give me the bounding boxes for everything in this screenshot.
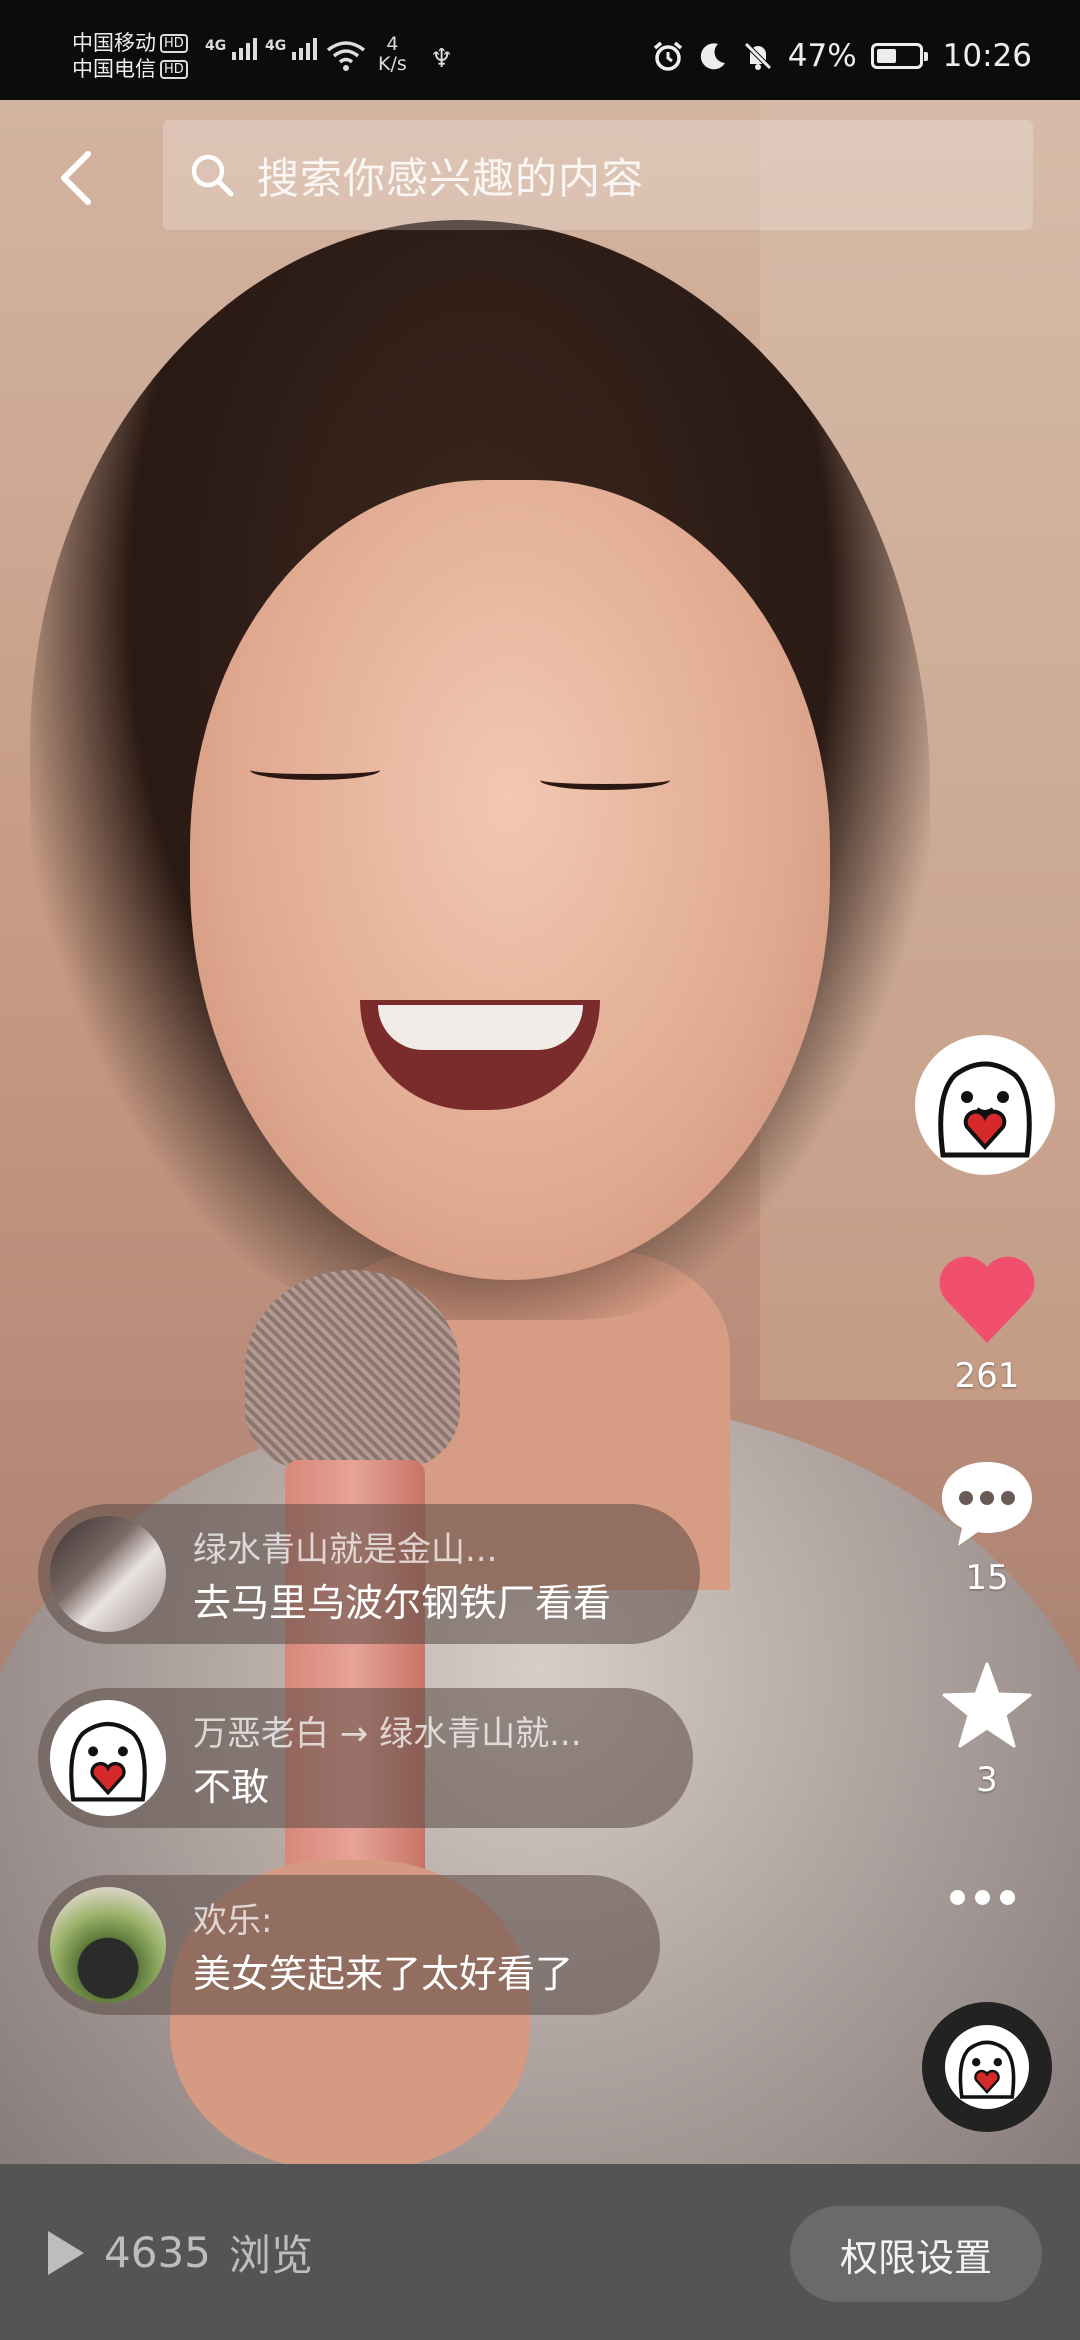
commenter-name: 欢乐: bbox=[193, 1901, 273, 1941]
more-dots-icon bbox=[950, 1890, 965, 1905]
app-notification-icon: ♆ bbox=[430, 44, 454, 74]
like-heart-icon[interactable] bbox=[937, 1253, 1037, 1345]
permission-settings-button[interactable]: 权限设置 bbox=[790, 2206, 1042, 2302]
search-placeholder: 搜索你感兴趣的内容 bbox=[257, 153, 645, 203]
commenter-name: 万恶老白 → 绿水青山就... bbox=[193, 1714, 582, 1754]
comment-item[interactable]: 欢乐: 美女笑起来了太好看了 bbox=[38, 1875, 660, 2015]
carrier-info: 中国移动 HD 中国电信 HD bbox=[72, 30, 188, 82]
commenter-avatar[interactable] bbox=[50, 1700, 166, 1816]
comment-text: 不敢 bbox=[193, 1765, 270, 1809]
moon-icon bbox=[700, 43, 725, 70]
microphone bbox=[245, 1270, 460, 1470]
carrier-name: 中国电信 bbox=[72, 57, 156, 81]
commenter-name: 绿水青山就是金山... bbox=[193, 1530, 498, 1570]
signal-icon: 4G bbox=[205, 38, 258, 60]
favorite-count: 3 bbox=[976, 1760, 998, 1800]
hd-badge: HD bbox=[160, 59, 188, 79]
video-face bbox=[190, 480, 830, 1280]
wifi-icon bbox=[326, 41, 366, 71]
battery-percent: 47% bbox=[787, 38, 857, 74]
carrier-name: 中国移动 bbox=[72, 31, 156, 55]
status-bar: 中国移动 HD 中国电信 HD 4G 4G 4 K/s ♆ 47% 10:26 bbox=[0, 0, 1080, 100]
commenter-avatar[interactable] bbox=[50, 1887, 166, 2003]
music-disc-button[interactable] bbox=[922, 2002, 1052, 2132]
comment-text: 美女笑起来了太好看了 bbox=[193, 1952, 574, 1996]
hd-badge: HD bbox=[160, 33, 188, 53]
commenter-avatar[interactable] bbox=[50, 1516, 166, 1632]
bottom-bar: 4635 浏览 权限设置 bbox=[0, 2164, 1080, 2340]
clock: 10:26 bbox=[942, 38, 1032, 74]
status-right: 47% 10:26 bbox=[652, 38, 1032, 74]
comment-text: 去马里乌波尔钢铁厂看看 bbox=[193, 1581, 612, 1625]
back-arrow-icon[interactable] bbox=[56, 148, 96, 208]
mute-bell-icon bbox=[743, 42, 772, 70]
comment-count: 15 bbox=[965, 1558, 1009, 1598]
view-label: 浏览 bbox=[228, 2231, 313, 2280]
author-avatar[interactable] bbox=[915, 1035, 1055, 1175]
comment-bubble-icon[interactable] bbox=[938, 1458, 1036, 1548]
comment-item[interactable]: 万恶老白 → 绿水青山就... 不敢 bbox=[38, 1688, 693, 1828]
play-icon bbox=[48, 2230, 84, 2275]
alarm-icon bbox=[653, 41, 682, 71]
search-icon bbox=[191, 154, 234, 197]
ghost-heart-avatar-icon bbox=[69, 1721, 147, 1802]
ghost-heart-avatar-icon bbox=[938, 1061, 1032, 1158]
view-count: 4635 bbox=[104, 2228, 211, 2277]
signal-icon: 4G bbox=[265, 38, 318, 60]
comment-item[interactable]: 绿水青山就是金山... 去马里乌波尔钢铁厂看看 bbox=[38, 1504, 700, 1644]
search-bar[interactable]: 搜索你感兴趣的内容 bbox=[163, 120, 1033, 230]
view-stats: 4635 浏览 bbox=[44, 2222, 313, 2283]
more-options-button[interactable] bbox=[950, 1890, 1015, 1905]
like-count: 261 bbox=[954, 1356, 1020, 1396]
network-speed: 4 K/s bbox=[378, 33, 407, 75]
battery-icon bbox=[870, 43, 928, 69]
ghost-heart-disc-icon bbox=[958, 2040, 1016, 2099]
star-favorite-icon[interactable] bbox=[940, 1660, 1034, 1750]
video-player[interactable] bbox=[0, 100, 1080, 2164]
